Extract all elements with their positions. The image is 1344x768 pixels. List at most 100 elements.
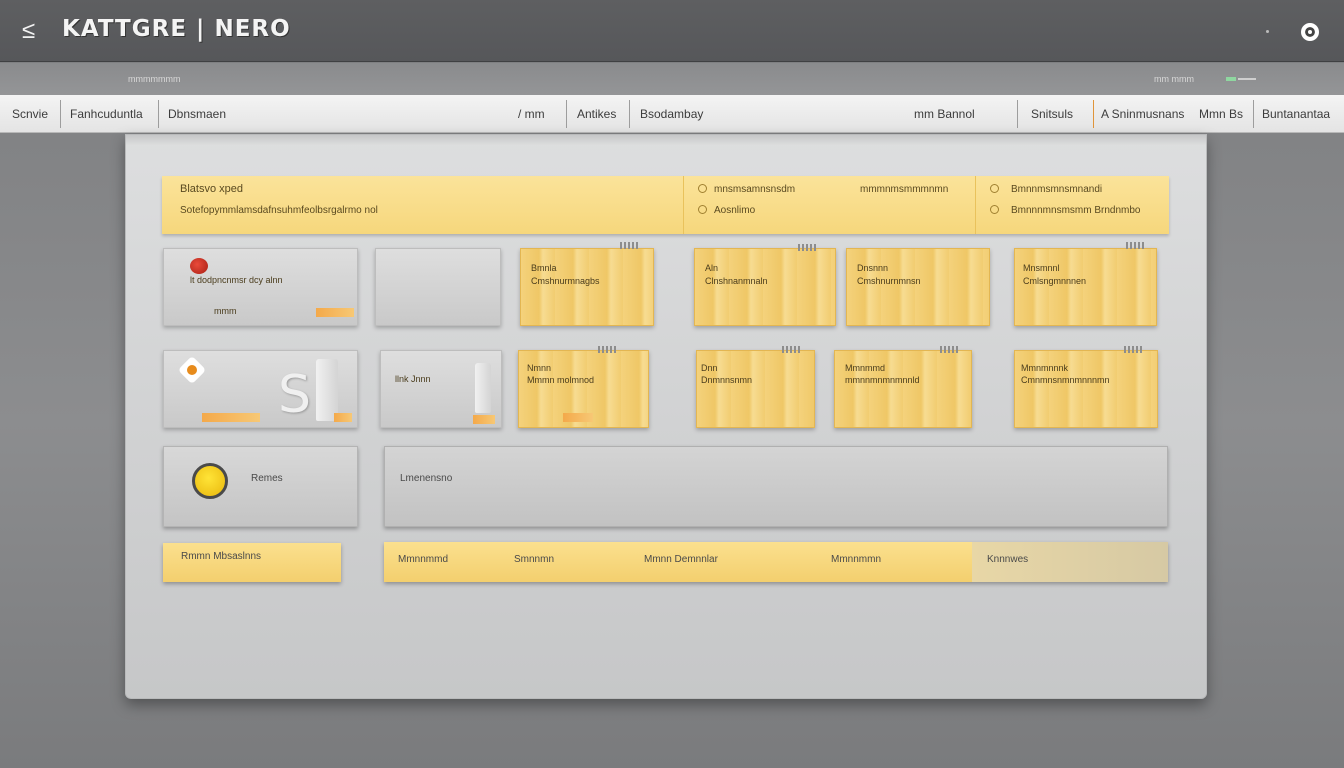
clip-icon [598, 346, 618, 353]
card-sub: Dnmnnsnmn [701, 375, 753, 385]
progress-indicator-icon [1226, 77, 1236, 81]
clock-icon [990, 184, 999, 193]
tab-divider [1253, 100, 1254, 128]
footer-col3[interactable]: Mmnn Demnnlar [644, 554, 718, 565]
location-pin-icon [177, 355, 207, 385]
clip-icon [940, 346, 960, 353]
progress-bar [334, 413, 352, 422]
tab-divider [629, 100, 630, 128]
footer-right-end[interactable]: Knnnwes [972, 542, 1168, 582]
card-row1-6[interactable]: Mnsmnnl Cmlsngmnnnen [1014, 248, 1157, 326]
card-sub: mmnnmnmnmnnld [845, 375, 920, 385]
tab-10[interactable]: Mmn Bs [1199, 95, 1243, 133]
tab-7[interactable]: mm Bannol [914, 95, 975, 133]
card-row1-1[interactable]: lt dodpncnmsr dcy alnn mmm [163, 248, 358, 326]
card-row2-3[interactable]: Nmnn Mmmn molmnod [518, 350, 649, 428]
card-label: Nmnn [527, 363, 552, 373]
card-row2-6[interactable]: Mmnmnnnk Cmnmnsnmnmnnnmn [1014, 350, 1158, 428]
clip-icon [798, 244, 818, 251]
footer-col2[interactable]: Smnnmn [514, 554, 554, 565]
footer-col1[interactable]: Mmnnmmd [398, 554, 448, 565]
clip-icon [1126, 242, 1146, 249]
card-row1-3[interactable]: Bmnla Cmshnurmnagbs [520, 248, 654, 326]
tab-divider [158, 100, 159, 128]
header-col2-line2: Aosnlimo [714, 205, 756, 216]
header-col2-line1: mnsmsamnsnsdm [714, 184, 796, 195]
subbar-left-text: mmmmmmm [128, 74, 181, 84]
tab-4[interactable]: / mm [518, 95, 545, 133]
tab-3[interactable]: Dbnsmaen [168, 95, 226, 133]
back-arrow-icon[interactable]: ≤ [22, 19, 44, 43]
tab-divider [1017, 100, 1018, 128]
card-label: Dnn [701, 363, 718, 373]
title-bar: ≤ KATTGRE | NERO [0, 0, 1344, 62]
footer-left-label: Rmmn Mbsaslnns [181, 551, 262, 562]
tab-11[interactable]: Buntanantaa [1262, 95, 1330, 133]
clock-icon [698, 184, 707, 193]
tab-2[interactable]: Fanhcuduntla [70, 95, 143, 133]
card-label: llnk Jnnn [395, 374, 431, 384]
progress-bar [202, 413, 260, 422]
tab-divider [566, 100, 567, 128]
progress-bar [473, 415, 495, 424]
footer-col4[interactable]: Mmnnmmn [831, 554, 881, 565]
card-label: Mmnmnnnk [1021, 363, 1069, 373]
clip-icon [620, 242, 640, 249]
tab-6[interactable]: Bsodambay [640, 95, 703, 133]
tab-8[interactable]: Snitsuls [1031, 95, 1073, 133]
header-row: Blatsvo xped Sotefopymmlamsdafnsuhmfeolb… [162, 176, 1169, 234]
tab-divider-active [1093, 100, 1094, 128]
bottle-icon [475, 363, 491, 413]
info-left-label: Remes [251, 473, 283, 484]
status-light-icon [192, 463, 228, 499]
header-col4-line1: Bmnnmsmnsmnandi [1011, 184, 1103, 195]
sub-bar: mmmmmmm mm mmm [0, 63, 1344, 95]
card-row1-4[interactable]: Aln Clnshnanmnaln [694, 248, 836, 326]
card-sub: Cmshnurnmnsn [857, 276, 921, 286]
info-right-label: Lmenensno [400, 473, 453, 484]
card-sub: Cmshnurmnagbs [531, 276, 600, 286]
card-label: Mmnmmd [845, 363, 885, 373]
card-sub: mmm [214, 306, 237, 316]
card-label: lt dodpncnmsr dcy alnn [190, 275, 283, 285]
card-row2-2[interactable]: llnk Jnnn [380, 350, 502, 428]
card-row2-4[interactable]: Dnn Dnmnnsnmn [696, 350, 815, 428]
footer-left-button[interactable]: Rmmn Mbsaslnns [163, 543, 341, 582]
card-label: Bmnla [531, 263, 557, 273]
card-sub: Mmmn molmnod [527, 375, 595, 385]
header-divider [975, 176, 976, 234]
card-label: Dnsnnn [857, 263, 889, 273]
card-label: Aln [705, 263, 719, 273]
header-subtitle: Sotefopymmlamsdafnsuhmfeolbsrgalrmo nol [180, 205, 378, 216]
tab-1[interactable]: Scnvie [12, 95, 48, 133]
header-divider [683, 176, 684, 234]
tab-9[interactable]: A Sninmusnans [1101, 95, 1184, 133]
tab-bar: Scnvie Fanhcuduntla Dbnsmaen / mm Antike… [0, 95, 1344, 133]
bottle-icon [316, 359, 338, 421]
small-indicator-icon [1266, 30, 1269, 33]
card-sub: Cmlsngmnnnen [1023, 276, 1087, 286]
progress-bar [316, 308, 354, 317]
info-right-panel[interactable]: Lmenensno [384, 446, 1168, 527]
header-col4-line2: Bmnnnmnsmsmm Brndnmbo [1011, 205, 1141, 216]
status-indicator-icon[interactable] [1301, 23, 1319, 41]
progress-bar [563, 413, 593, 422]
clip-icon [1124, 346, 1144, 353]
header-title: Blatsvo xped [180, 183, 243, 195]
card-label: Mnsmnnl [1023, 263, 1060, 273]
card-row1-2[interactable] [375, 248, 501, 326]
card-row2-5[interactable]: Mmnmmd mmnnmnmnmnnld [834, 350, 972, 428]
app-title: KATTGRE | NERO [62, 16, 291, 42]
progress-track-icon [1238, 78, 1256, 80]
tab-5[interactable]: Antikes [577, 95, 616, 133]
card-row1-5[interactable]: Dnsnnn Cmshnurnmnsn [846, 248, 990, 326]
tab-divider [60, 100, 61, 128]
footer-col5: Knnnwes [987, 554, 1029, 565]
card-sub: Clnshnanmnaln [705, 276, 768, 286]
card-sub: Cmnmnsnmnmnnnmn [1021, 375, 1110, 385]
info-icon [698, 205, 707, 214]
panel-top-shade [126, 135, 1206, 145]
card-row2-1[interactable]: S [163, 350, 358, 428]
info-icon [990, 205, 999, 214]
record-icon [190, 258, 208, 274]
